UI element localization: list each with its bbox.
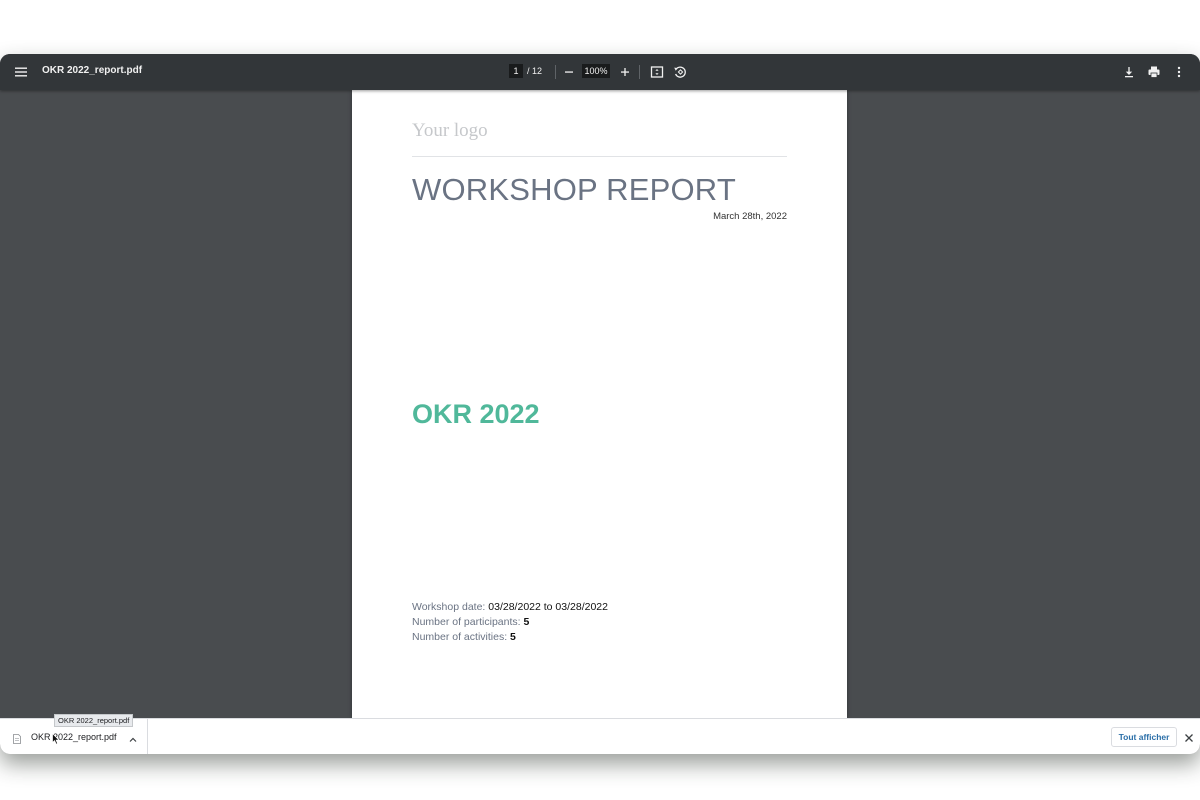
fit-to-page-icon[interactable] [648,63,666,81]
workshop-date-label: Workshop date: [412,601,486,613]
header-divider [412,156,787,157]
download-tooltip: OKR 2022_report.pdf [54,714,134,727]
chevron-up-icon[interactable] [128,732,138,742]
activities-row: Number of activities: 5 [412,630,608,645]
logo-placeholder: Your logo [412,120,488,141]
plus-icon[interactable] [616,63,634,81]
download-shelf: OKR 2022_report.pdf Tout afficher [0,718,1200,754]
report-heading: WORKSHOP REPORT [412,172,736,207]
workshop-details: Workshop date: 03/28/2022 to 03/28/2022 … [412,600,608,645]
download-icon[interactable] [1120,63,1138,81]
okr-title: OKR 2022 [412,399,540,429]
participants-value: 5 [523,616,530,628]
activities-value: 5 [510,631,516,643]
toolbar-divider [639,65,640,79]
show-all-downloads-button[interactable]: Tout afficher [1111,727,1177,747]
document-title: OKR 2022_report.pdf [42,65,143,76]
hamburger-menu-icon[interactable] [12,63,30,81]
pdf-viewer-window: OKR 2022_report.pdf / 12 [0,54,1200,754]
participants-label: Number of participants: [412,616,521,628]
print-icon[interactable] [1145,63,1163,81]
workshop-date-value: 03/28/2022 to 03/28/2022 [488,601,608,613]
more-vert-icon[interactable] [1170,63,1188,81]
minus-icon[interactable] [560,63,578,81]
pdf-toolbar: OKR 2022_report.pdf / 12 [0,54,1200,90]
workshop-date-row: Workshop date: 03/28/2022 to 03/28/2022 [412,600,608,615]
page-total: / 12 [527,66,543,76]
activities-label: Number of activities: [412,631,508,643]
toolbar-divider [555,65,556,79]
mouse-cursor-icon [52,732,60,745]
pdf-file-icon [13,731,21,744]
pdf-viewer-area[interactable]: Your logo WORKSHOP REPORT March 28th, 20… [0,90,1200,718]
page-number-input[interactable] [509,64,523,78]
download-file-name: OKR 2022_report.pdf [31,732,117,742]
participants-row: Number of participants: 5 [412,615,608,630]
pdf-page: Your logo WORKSHOP REPORT March 28th, 20… [352,90,847,718]
rotate-counterclockwise-icon[interactable] [671,63,689,81]
report-date: March 28th, 2022 [713,211,787,222]
close-icon[interactable] [1183,731,1195,743]
zoom-level-input[interactable] [582,64,610,78]
